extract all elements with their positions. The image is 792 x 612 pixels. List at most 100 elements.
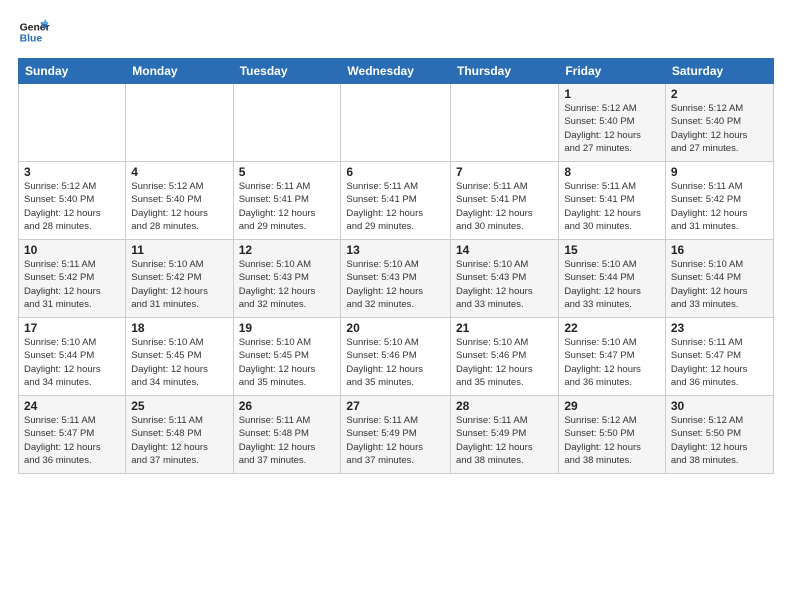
- calendar-cell: 12Sunrise: 5:10 AMSunset: 5:43 PMDayligh…: [233, 240, 341, 318]
- day-info: Sunrise: 5:11 AMSunset: 5:41 PMDaylight:…: [346, 180, 445, 233]
- logo: General Blue: [18, 16, 50, 48]
- calendar-cell: [233, 84, 341, 162]
- day-number: 23: [671, 321, 768, 335]
- day-info: Sunrise: 5:10 AMSunset: 5:43 PMDaylight:…: [456, 258, 553, 311]
- weekday-header: Tuesday: [233, 59, 341, 84]
- day-info: Sunrise: 5:11 AMSunset: 5:48 PMDaylight:…: [131, 414, 227, 467]
- day-number: 26: [239, 399, 336, 413]
- day-number: 5: [239, 165, 336, 179]
- day-number: 25: [131, 399, 227, 413]
- calendar-cell: 8Sunrise: 5:11 AMSunset: 5:41 PMDaylight…: [559, 162, 666, 240]
- day-info: Sunrise: 5:11 AMSunset: 5:47 PMDaylight:…: [671, 336, 768, 389]
- calendar-week-row: 10Sunrise: 5:11 AMSunset: 5:42 PMDayligh…: [19, 240, 774, 318]
- calendar-cell: 29Sunrise: 5:12 AMSunset: 5:50 PMDayligh…: [559, 396, 666, 474]
- calendar-week-row: 3Sunrise: 5:12 AMSunset: 5:40 PMDaylight…: [19, 162, 774, 240]
- day-number: 15: [564, 243, 660, 257]
- day-number: 11: [131, 243, 227, 257]
- page: General Blue SundayMondayTuesdayWednesda…: [0, 0, 792, 486]
- calendar-week-row: 24Sunrise: 5:11 AMSunset: 5:47 PMDayligh…: [19, 396, 774, 474]
- weekday-header: Monday: [126, 59, 233, 84]
- calendar: SundayMondayTuesdayWednesdayThursdayFrid…: [18, 58, 774, 474]
- day-number: 20: [346, 321, 445, 335]
- calendar-header: SundayMondayTuesdayWednesdayThursdayFrid…: [19, 59, 774, 84]
- day-info: Sunrise: 5:11 AMSunset: 5:41 PMDaylight:…: [239, 180, 336, 233]
- day-number: 2: [671, 87, 768, 101]
- calendar-cell: 26Sunrise: 5:11 AMSunset: 5:48 PMDayligh…: [233, 396, 341, 474]
- calendar-cell: 3Sunrise: 5:12 AMSunset: 5:40 PMDaylight…: [19, 162, 126, 240]
- day-info: Sunrise: 5:12 AMSunset: 5:50 PMDaylight:…: [564, 414, 660, 467]
- calendar-cell: 14Sunrise: 5:10 AMSunset: 5:43 PMDayligh…: [451, 240, 559, 318]
- day-number: 18: [131, 321, 227, 335]
- day-info: Sunrise: 5:10 AMSunset: 5:47 PMDaylight:…: [564, 336, 660, 389]
- day-info: Sunrise: 5:10 AMSunset: 5:43 PMDaylight:…: [346, 258, 445, 311]
- day-info: Sunrise: 5:10 AMSunset: 5:44 PMDaylight:…: [24, 336, 120, 389]
- logo-icon: General Blue: [18, 16, 50, 48]
- day-info: Sunrise: 5:10 AMSunset: 5:44 PMDaylight:…: [564, 258, 660, 311]
- calendar-cell: 10Sunrise: 5:11 AMSunset: 5:42 PMDayligh…: [19, 240, 126, 318]
- day-info: Sunrise: 5:11 AMSunset: 5:41 PMDaylight:…: [564, 180, 660, 233]
- calendar-cell: 1Sunrise: 5:12 AMSunset: 5:40 PMDaylight…: [559, 84, 666, 162]
- calendar-cell: 15Sunrise: 5:10 AMSunset: 5:44 PMDayligh…: [559, 240, 666, 318]
- day-info: Sunrise: 5:12 AMSunset: 5:50 PMDaylight:…: [671, 414, 768, 467]
- day-number: 13: [346, 243, 445, 257]
- svg-text:Blue: Blue: [20, 34, 43, 45]
- calendar-cell: 23Sunrise: 5:11 AMSunset: 5:47 PMDayligh…: [665, 318, 773, 396]
- calendar-cell: 27Sunrise: 5:11 AMSunset: 5:49 PMDayligh…: [341, 396, 451, 474]
- day-number: 6: [346, 165, 445, 179]
- day-info: Sunrise: 5:11 AMSunset: 5:49 PMDaylight:…: [456, 414, 553, 467]
- calendar-cell: 16Sunrise: 5:10 AMSunset: 5:44 PMDayligh…: [665, 240, 773, 318]
- day-number: 8: [564, 165, 660, 179]
- day-number: 22: [564, 321, 660, 335]
- day-number: 29: [564, 399, 660, 413]
- calendar-cell: 30Sunrise: 5:12 AMSunset: 5:50 PMDayligh…: [665, 396, 773, 474]
- calendar-cell: 6Sunrise: 5:11 AMSunset: 5:41 PMDaylight…: [341, 162, 451, 240]
- day-number: 19: [239, 321, 336, 335]
- day-number: 12: [239, 243, 336, 257]
- calendar-cell: 2Sunrise: 5:12 AMSunset: 5:40 PMDaylight…: [665, 84, 773, 162]
- day-number: 17: [24, 321, 120, 335]
- day-info: Sunrise: 5:10 AMSunset: 5:46 PMDaylight:…: [346, 336, 445, 389]
- day-number: 1: [564, 87, 660, 101]
- calendar-cell: 18Sunrise: 5:10 AMSunset: 5:45 PMDayligh…: [126, 318, 233, 396]
- day-info: Sunrise: 5:10 AMSunset: 5:46 PMDaylight:…: [456, 336, 553, 389]
- weekday-header: Friday: [559, 59, 666, 84]
- day-number: 27: [346, 399, 445, 413]
- day-number: 28: [456, 399, 553, 413]
- calendar-cell: 9Sunrise: 5:11 AMSunset: 5:42 PMDaylight…: [665, 162, 773, 240]
- calendar-cell: [451, 84, 559, 162]
- weekday-header: Thursday: [451, 59, 559, 84]
- day-info: Sunrise: 5:10 AMSunset: 5:45 PMDaylight:…: [131, 336, 227, 389]
- calendar-cell: 25Sunrise: 5:11 AMSunset: 5:48 PMDayligh…: [126, 396, 233, 474]
- day-number: 3: [24, 165, 120, 179]
- day-info: Sunrise: 5:12 AMSunset: 5:40 PMDaylight:…: [564, 102, 660, 155]
- day-number: 14: [456, 243, 553, 257]
- day-info: Sunrise: 5:11 AMSunset: 5:48 PMDaylight:…: [239, 414, 336, 467]
- day-number: 10: [24, 243, 120, 257]
- day-info: Sunrise: 5:11 AMSunset: 5:49 PMDaylight:…: [346, 414, 445, 467]
- calendar-cell: 20Sunrise: 5:10 AMSunset: 5:46 PMDayligh…: [341, 318, 451, 396]
- calendar-cell: 22Sunrise: 5:10 AMSunset: 5:47 PMDayligh…: [559, 318, 666, 396]
- calendar-cell: 5Sunrise: 5:11 AMSunset: 5:41 PMDaylight…: [233, 162, 341, 240]
- day-number: 4: [131, 165, 227, 179]
- day-info: Sunrise: 5:11 AMSunset: 5:42 PMDaylight:…: [24, 258, 120, 311]
- calendar-cell: 7Sunrise: 5:11 AMSunset: 5:41 PMDaylight…: [451, 162, 559, 240]
- calendar-cell: 4Sunrise: 5:12 AMSunset: 5:40 PMDaylight…: [126, 162, 233, 240]
- day-number: 16: [671, 243, 768, 257]
- day-info: Sunrise: 5:11 AMSunset: 5:47 PMDaylight:…: [24, 414, 120, 467]
- day-info: Sunrise: 5:10 AMSunset: 5:43 PMDaylight:…: [239, 258, 336, 311]
- day-info: Sunrise: 5:12 AMSunset: 5:40 PMDaylight:…: [131, 180, 227, 233]
- calendar-cell: 28Sunrise: 5:11 AMSunset: 5:49 PMDayligh…: [451, 396, 559, 474]
- weekday-header: Sunday: [19, 59, 126, 84]
- day-info: Sunrise: 5:11 AMSunset: 5:42 PMDaylight:…: [671, 180, 768, 233]
- calendar-body: 1Sunrise: 5:12 AMSunset: 5:40 PMDaylight…: [19, 84, 774, 474]
- day-info: Sunrise: 5:10 AMSunset: 5:42 PMDaylight:…: [131, 258, 227, 311]
- weekday-header: Wednesday: [341, 59, 451, 84]
- calendar-week-row: 17Sunrise: 5:10 AMSunset: 5:44 PMDayligh…: [19, 318, 774, 396]
- day-number: 30: [671, 399, 768, 413]
- day-number: 24: [24, 399, 120, 413]
- calendar-week-row: 1Sunrise: 5:12 AMSunset: 5:40 PMDaylight…: [19, 84, 774, 162]
- day-info: Sunrise: 5:10 AMSunset: 5:44 PMDaylight:…: [671, 258, 768, 311]
- day-number: 21: [456, 321, 553, 335]
- day-info: Sunrise: 5:10 AMSunset: 5:45 PMDaylight:…: [239, 336, 336, 389]
- day-info: Sunrise: 5:12 AMSunset: 5:40 PMDaylight:…: [24, 180, 120, 233]
